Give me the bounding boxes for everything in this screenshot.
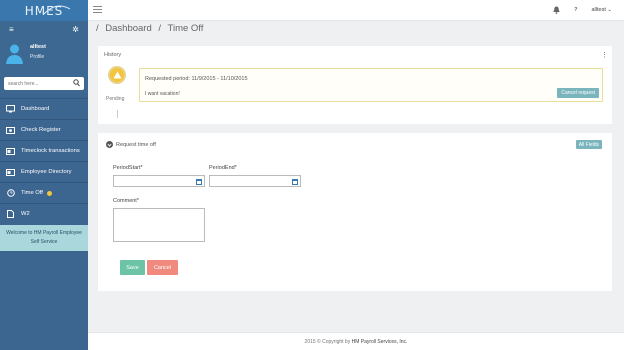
sidebar-item-employee-directory[interactable]: Employee Directory xyxy=(0,161,88,182)
period-start-label: PeriodStart* xyxy=(113,165,143,171)
card-icon xyxy=(6,168,15,176)
sidebar-item-label: Timeclock transactions xyxy=(21,148,80,154)
comment-label: Comment* xyxy=(113,198,139,204)
status-pending: Pending xyxy=(106,96,125,102)
search-box xyxy=(4,77,84,90)
calendar-icon[interactable] xyxy=(196,179,202,185)
logo[interactable]: HMES xyxy=(0,0,88,21)
sidebar-item-label: Dashboard xyxy=(21,106,50,112)
monitor-icon xyxy=(6,105,15,113)
user-menu-label: alltest xyxy=(591,7,606,13)
save-button[interactable]: Save xyxy=(120,260,145,275)
sidebar-toolbar: ≡ ✲ xyxy=(0,21,88,38)
clock-icon xyxy=(6,189,15,197)
copyright-text: 2015 © Copyright by xyxy=(304,339,351,345)
user-profile[interactable]: alltest Profile xyxy=(0,38,88,74)
timeline-line xyxy=(117,110,118,118)
money-icon xyxy=(6,126,15,134)
period-end-input[interactable] xyxy=(209,175,301,187)
hamburger-menu-icon[interactable] xyxy=(93,6,102,14)
bell-icon[interactable] xyxy=(553,6,560,14)
calendar-icon[interactable] xyxy=(292,179,298,185)
sidebar-item-label: Check Register xyxy=(21,127,61,133)
requested-period: Requested period: 11/9/2015 - 11/10/2015 xyxy=(145,76,248,82)
notification-dot xyxy=(46,190,52,196)
period-end-label: PeriodEnd* xyxy=(209,165,237,171)
breadcrumb-dashboard[interactable]: Dashboard xyxy=(105,23,151,34)
sidebar-search xyxy=(0,74,88,93)
breadcrumb-separator: / xyxy=(96,23,99,34)
chevron-down-icon: ⌄ xyxy=(607,7,612,13)
warning-icon xyxy=(108,66,126,84)
breadcrumb-current: Time Off xyxy=(167,23,204,34)
sidebar-item-time-off[interactable]: Time Off xyxy=(0,182,88,203)
cancel-button[interactable]: Cancel xyxy=(147,260,178,275)
form-title: Request time off xyxy=(116,141,156,148)
sidebar: HMES ≡ ✲ alltest Profile Dashboard Check… xyxy=(0,0,88,350)
cancel-request-button[interactable]: Cancel request xyxy=(557,88,599,98)
request-note: I want vacation! xyxy=(145,91,180,97)
history-panel: History ⋮ Pending Requested period: 11/9… xyxy=(98,46,612,124)
company-name: HM Payroll Services, Inc. xyxy=(351,339,408,345)
user-name: alltest xyxy=(30,44,46,50)
avatar xyxy=(6,44,23,64)
request-card: Requested period: 11/9/2015 - 11/10/2015… xyxy=(139,68,603,102)
user-menu[interactable]: alltest ⌄ xyxy=(591,7,612,13)
comment-field[interactable] xyxy=(113,208,205,242)
logo-swoosh-icon xyxy=(43,5,71,15)
footer: 2015 © Copyright by HM Payroll Services,… xyxy=(88,332,624,350)
sidebar-item-label: W2 xyxy=(21,211,30,217)
search-input[interactable] xyxy=(4,77,84,90)
breadcrumb-separator: / xyxy=(158,23,162,34)
more-options-icon[interactable]: ⋮ xyxy=(601,51,608,59)
breadcrumb: / Dashboard / Time Off xyxy=(96,23,207,34)
sidebar-item-check-register[interactable]: Check Register xyxy=(0,119,88,140)
sidebar-item-dashboard[interactable]: Dashboard xyxy=(0,98,88,119)
menu-icon[interactable]: ≡ xyxy=(9,25,14,34)
history-title: History xyxy=(104,52,122,58)
search-icon[interactable] xyxy=(73,79,80,87)
request-form-panel: Request time off All Fields PeriodStart*… xyxy=(98,133,612,291)
gear-icon[interactable]: ✲ xyxy=(72,25,79,34)
card-icon xyxy=(6,147,15,155)
document-icon xyxy=(6,210,15,218)
top-bar: ? alltest ⌄ xyxy=(88,0,624,21)
form-header[interactable]: Request time off xyxy=(106,141,156,148)
sidebar-item-label: Employee Directory xyxy=(21,169,72,175)
chevron-down-icon xyxy=(106,141,113,148)
all-fields-button[interactable]: All Fields xyxy=(575,140,602,149)
help-icon[interactable]: ? xyxy=(574,7,577,13)
sidebar-item-label: Time Off xyxy=(21,190,43,196)
profile-link[interactable]: Profile xyxy=(30,54,88,60)
sidebar-item-timeclock[interactable]: Timeclock transactions xyxy=(0,140,88,161)
period-start-input[interactable] xyxy=(113,175,205,187)
welcome-message: Welcome to HM Payroll Employee Self Serv… xyxy=(0,225,88,251)
sidebar-item-w2[interactable]: W2 xyxy=(0,203,88,224)
